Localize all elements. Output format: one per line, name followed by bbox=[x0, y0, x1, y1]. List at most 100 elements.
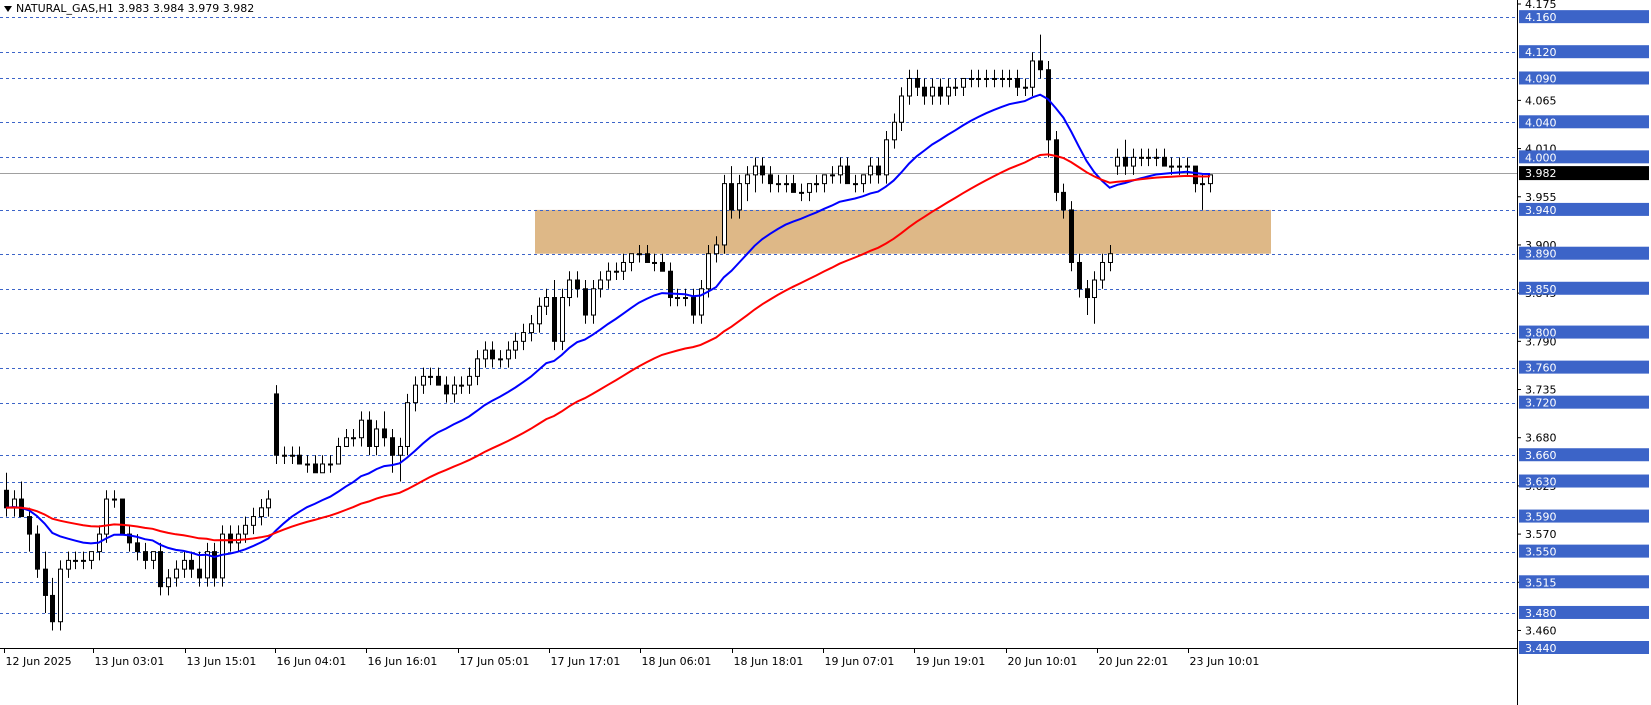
candle-body bbox=[521, 332, 526, 342]
candle-body bbox=[143, 551, 148, 561]
candle-body bbox=[953, 86, 958, 89]
level-price-label: 3.550 bbox=[1525, 546, 1557, 559]
x-tick-label: 17 Jun 05:01 bbox=[460, 655, 530, 668]
dropdown-triangle-icon[interactable] bbox=[4, 5, 12, 12]
level-price-label: 3.940 bbox=[1525, 204, 1557, 217]
candle-body bbox=[791, 183, 796, 193]
candle-body bbox=[1000, 77, 1005, 80]
candle-body bbox=[1038, 60, 1043, 71]
candle-body bbox=[313, 463, 318, 474]
candle-body bbox=[1123, 156, 1128, 167]
candle-body bbox=[151, 551, 156, 561]
candle-body bbox=[621, 261, 626, 272]
candle-body bbox=[374, 428, 379, 447]
candle-body bbox=[614, 270, 619, 273]
x-tick-label: 20 Jun 22:01 bbox=[1099, 655, 1169, 668]
candle-body bbox=[1185, 165, 1190, 168]
candle-body bbox=[853, 183, 858, 186]
x-tick-label: 13 Jun 15:01 bbox=[187, 655, 257, 668]
candle-body bbox=[745, 174, 750, 185]
chart-header: NATURAL_GAS,H1 3.983 3.984 3.979 3.982 bbox=[4, 2, 254, 15]
candle-body bbox=[182, 559, 187, 570]
candle-body bbox=[552, 297, 557, 342]
candle-body bbox=[228, 533, 233, 544]
candle-body bbox=[1162, 156, 1167, 167]
candle-body bbox=[807, 183, 812, 193]
candle-body bbox=[861, 174, 866, 185]
candle-body bbox=[892, 121, 897, 141]
y-tick-label: 4.065 bbox=[1525, 94, 1557, 107]
level-price-label: 4.000 bbox=[1525, 151, 1557, 164]
candle-body bbox=[1115, 156, 1120, 167]
candle-body bbox=[915, 77, 920, 88]
candle-body bbox=[35, 533, 40, 570]
candle-body bbox=[984, 77, 989, 80]
candle-body bbox=[907, 77, 912, 97]
candle-body bbox=[413, 384, 418, 404]
candle-body bbox=[814, 183, 819, 186]
candle-body bbox=[876, 165, 881, 176]
candle-body bbox=[73, 559, 78, 562]
x-tick-label: 18 Jun 06:01 bbox=[642, 655, 712, 668]
x-tick-label: 19 Jun 19:01 bbox=[916, 655, 986, 668]
candle-body bbox=[529, 323, 534, 334]
candle-body bbox=[946, 86, 951, 97]
candle-body bbox=[1015, 77, 1020, 88]
candle-body bbox=[784, 183, 789, 186]
candle-body bbox=[305, 463, 310, 466]
level-price-label: 3.800 bbox=[1525, 327, 1557, 340]
level-price-label: 4.120 bbox=[1525, 46, 1557, 59]
moving-average-fast-line bbox=[5, 93, 1211, 559]
candle-body bbox=[112, 498, 117, 501]
chart-symbol-title: NATURAL_GAS,H1 bbox=[16, 2, 114, 15]
y-tick-label: 3.460 bbox=[1525, 624, 1557, 637]
candle-body bbox=[428, 375, 433, 378]
candle-body bbox=[158, 551, 163, 588]
level-price-label: 3.660 bbox=[1525, 449, 1557, 462]
candle-body bbox=[1054, 139, 1059, 193]
candle-body bbox=[1077, 261, 1082, 290]
candle-body bbox=[1131, 156, 1136, 167]
candle-body bbox=[537, 305, 542, 325]
candle-body bbox=[266, 498, 271, 509]
candle-body bbox=[197, 568, 202, 579]
candle-body bbox=[737, 183, 742, 211]
candle-body bbox=[189, 559, 194, 570]
candle-body bbox=[1108, 253, 1113, 263]
x-tick-label: 18 Jun 18:01 bbox=[734, 655, 804, 668]
candle-body bbox=[922, 86, 927, 97]
level-price-label: 3.440 bbox=[1525, 642, 1557, 655]
y-tick-label: 3.735 bbox=[1525, 384, 1557, 397]
candle-body bbox=[976, 77, 981, 80]
candle-body bbox=[1100, 261, 1105, 281]
candle-body bbox=[699, 288, 704, 316]
y-tick-label: 4.175 bbox=[1525, 0, 1557, 11]
price-chart[interactable]: 4.1754.0654.0103.9553.9003.8453.7903.735… bbox=[0, 0, 1651, 705]
candle-body bbox=[336, 445, 341, 465]
candle-body bbox=[50, 594, 55, 623]
candle-body bbox=[1154, 156, 1159, 159]
candle-body bbox=[822, 174, 827, 185]
candle-body bbox=[475, 358, 480, 377]
candle-body bbox=[436, 375, 441, 386]
candle-body bbox=[722, 183, 727, 246]
candle-body bbox=[328, 463, 333, 466]
candle-body bbox=[575, 279, 580, 290]
candle-body bbox=[81, 559, 86, 562]
candle-body bbox=[359, 419, 364, 439]
candle-body bbox=[274, 393, 279, 456]
level-price-label: 4.040 bbox=[1525, 116, 1557, 129]
candle-body bbox=[483, 349, 488, 360]
candle-body bbox=[729, 183, 734, 211]
candle-body bbox=[104, 498, 109, 535]
candle-body bbox=[961, 77, 966, 88]
candle-body bbox=[1177, 165, 1182, 168]
candle-body bbox=[382, 428, 387, 439]
candle-body bbox=[1030, 60, 1035, 88]
candle-body bbox=[367, 419, 372, 447]
candle-body bbox=[120, 498, 125, 535]
candle-body bbox=[606, 270, 611, 281]
candle-body bbox=[320, 463, 325, 474]
candle-body bbox=[174, 568, 179, 579]
candle-body bbox=[390, 437, 395, 456]
